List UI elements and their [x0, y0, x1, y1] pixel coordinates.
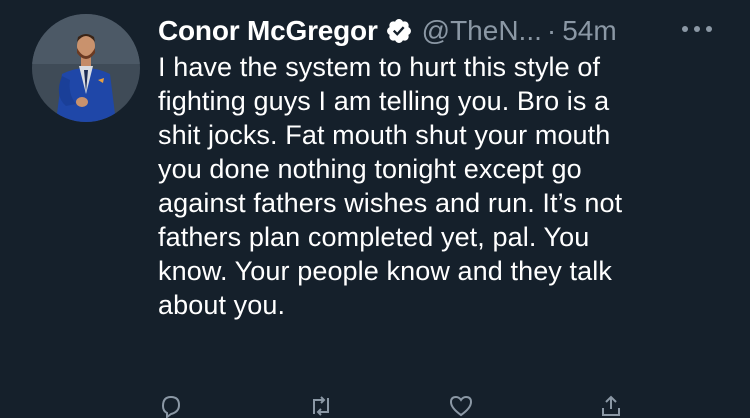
like-icon[interactable]: [448, 394, 474, 418]
retweet-icon[interactable]: [308, 394, 334, 418]
avatar-image: [32, 14, 140, 122]
more-options-icon[interactable]: [680, 22, 714, 36]
avatar[interactable]: [32, 14, 140, 122]
user-handle[interactable]: @TheN...: [422, 15, 542, 47]
timestamp[interactable]: 54m: [562, 15, 616, 47]
tweet-actions: [158, 394, 718, 418]
verified-badge-icon: [386, 19, 411, 43]
tweet-header: Conor McGregor @TheN... · 54m: [158, 12, 617, 50]
separator-dot: ·: [546, 15, 557, 46]
share-icon[interactable]: [598, 394, 624, 418]
tweet[interactable]: Conor McGregor @TheN... · 54m I have the…: [0, 0, 750, 418]
reply-icon[interactable]: [158, 394, 184, 418]
tweet-text: I have the system to hurt this style of …: [158, 52, 623, 320]
display-name[interactable]: Conor McGregor: [158, 15, 378, 47]
